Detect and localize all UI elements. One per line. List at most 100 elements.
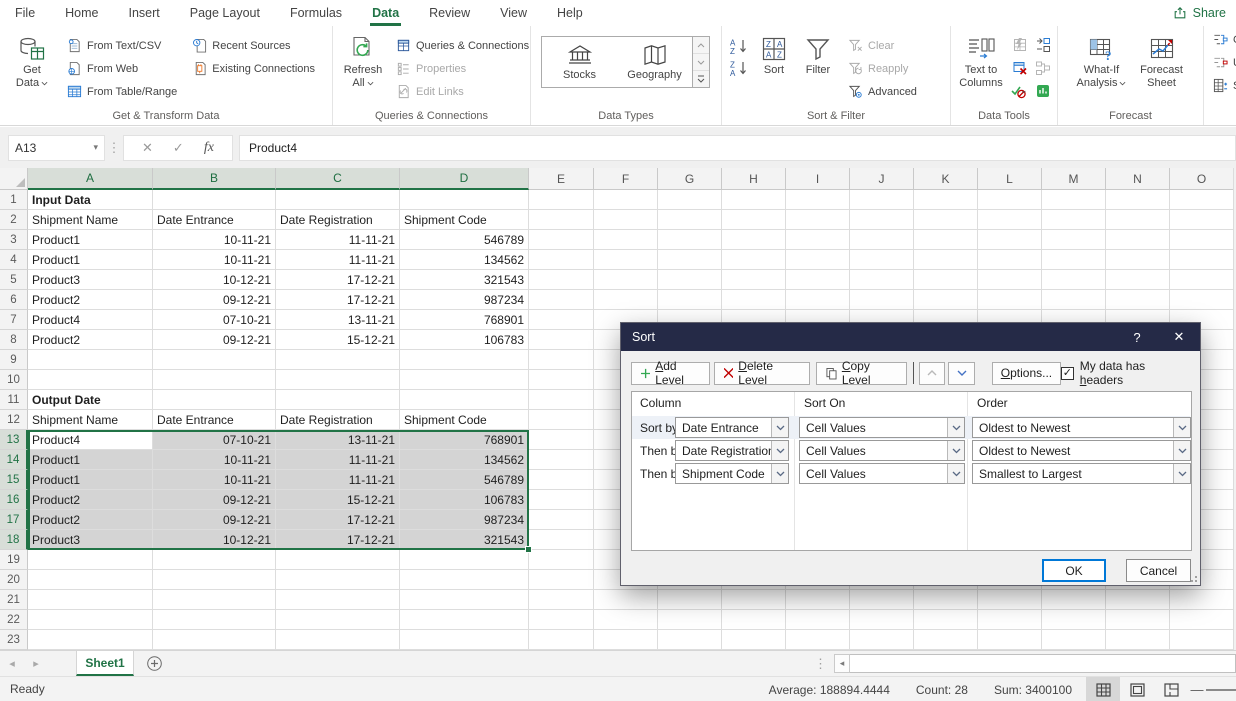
cell-H21[interactable]	[722, 590, 786, 610]
cell-G4[interactable]	[658, 250, 722, 270]
cell-G2[interactable]	[658, 210, 722, 230]
cell-E3[interactable]	[529, 230, 594, 250]
forecast-sheet-button[interactable]: Forecast Sheet	[1133, 32, 1191, 90]
cell-A1[interactable]: Input Data	[28, 190, 153, 210]
cell-D12[interactable]: Shipment Code	[400, 410, 529, 430]
cell-H1[interactable]	[722, 190, 786, 210]
cell-B4[interactable]: 10-11-21	[153, 250, 276, 270]
dialog-close-button[interactable]: ✕	[1158, 323, 1200, 351]
cell-D3[interactable]: 546789	[400, 230, 529, 250]
cell-K3[interactable]	[914, 230, 978, 250]
cell-K5[interactable]	[914, 270, 978, 290]
cell-G5[interactable]	[658, 270, 722, 290]
row-header-11[interactable]: 11	[0, 390, 28, 410]
cell-L22[interactable]	[978, 610, 1042, 630]
cell-D20[interactable]	[400, 570, 529, 590]
cell-D4[interactable]: 134562	[400, 250, 529, 270]
insert-function-button[interactable]: fx	[204, 140, 214, 156]
cell-D19[interactable]	[400, 550, 529, 570]
cell-G1[interactable]	[658, 190, 722, 210]
cell-B16[interactable]: 09-12-21	[153, 490, 276, 510]
cell-O21[interactable]	[1170, 590, 1234, 610]
sort-dialog-titlebar[interactable]: Sort ? ✕	[621, 323, 1200, 351]
cell-N23[interactable]	[1106, 630, 1170, 650]
cell-B2[interactable]: Date Entrance	[153, 210, 276, 230]
cell-J2[interactable]	[850, 210, 914, 230]
cell-J21[interactable]	[850, 590, 914, 610]
cell-K6[interactable]	[914, 290, 978, 310]
cell-C19[interactable]	[276, 550, 400, 570]
cell-N4[interactable]	[1106, 250, 1170, 270]
existing-connections-button[interactable]: Existing Connections	[187, 58, 319, 79]
cell-I23[interactable]	[786, 630, 850, 650]
cell-C14[interactable]: 11-11-21	[276, 450, 400, 470]
sort-level-3-column-combo[interactable]: Shipment Code	[675, 463, 789, 484]
cell-E13[interactable]	[529, 430, 594, 450]
cell-F23[interactable]	[594, 630, 658, 650]
cell-D1[interactable]	[400, 190, 529, 210]
cell-B6[interactable]: 09-12-21	[153, 290, 276, 310]
column-header-B[interactable]: B	[153, 168, 276, 190]
cell-C20[interactable]	[276, 570, 400, 590]
filter-button[interactable]: Filter	[795, 32, 841, 77]
row-header-8[interactable]: 8	[0, 330, 28, 350]
row-header-23[interactable]: 23	[0, 630, 28, 650]
cell-C21[interactable]	[276, 590, 400, 610]
cell-O23[interactable]	[1170, 630, 1234, 650]
cell-B8[interactable]: 09-12-21	[153, 330, 276, 350]
subtotal-button[interactable]: Su	[1208, 75, 1236, 96]
cell-B7[interactable]: 07-10-21	[153, 310, 276, 330]
cell-A21[interactable]	[28, 590, 153, 610]
cell-E18[interactable]	[529, 530, 594, 550]
cell-D10[interactable]	[400, 370, 529, 390]
cell-J1[interactable]	[850, 190, 914, 210]
delete-level-button[interactable]: Delete Level	[714, 362, 810, 385]
cell-C15[interactable]: 11-11-21	[276, 470, 400, 490]
cell-A9[interactable]	[28, 350, 153, 370]
cell-H2[interactable]	[722, 210, 786, 230]
cell-I22[interactable]	[786, 610, 850, 630]
cell-K4[interactable]	[914, 250, 978, 270]
cell-E15[interactable]	[529, 470, 594, 490]
normal-view-button[interactable]	[1086, 677, 1120, 701]
cell-D18[interactable]: 321543	[400, 530, 529, 550]
cell-E12[interactable]	[529, 410, 594, 430]
row-header-22[interactable]: 22	[0, 610, 28, 630]
cell-B9[interactable]	[153, 350, 276, 370]
cell-C13[interactable]: 13-11-21	[276, 430, 400, 450]
chevron-down-icon[interactable]	[771, 464, 788, 483]
page-break-view-button[interactable]	[1154, 677, 1188, 701]
cell-I6[interactable]	[786, 290, 850, 310]
cell-M4[interactable]	[1042, 250, 1106, 270]
what-if-analysis-button[interactable]: ? What-If Analysis	[1071, 32, 1133, 90]
cell-B17[interactable]: 09-12-21	[153, 510, 276, 530]
cell-M1[interactable]	[1042, 190, 1106, 210]
cell-I5[interactable]	[786, 270, 850, 290]
tab-file[interactable]: File	[0, 2, 50, 26]
cell-O3[interactable]	[1170, 230, 1234, 250]
column-header-F[interactable]: F	[594, 168, 658, 190]
cell-F2[interactable]	[594, 210, 658, 230]
cell-C1[interactable]	[276, 190, 400, 210]
cell-B12[interactable]: Date Entrance	[153, 410, 276, 430]
cell-M6[interactable]	[1042, 290, 1106, 310]
stocks-gallery-item[interactable]: Stocks	[542, 37, 617, 87]
cell-D16[interactable]: 106783	[400, 490, 529, 510]
cell-C11[interactable]	[276, 390, 400, 410]
scrollbar-grip-icon[interactable]: ⋮	[814, 651, 827, 677]
cell-C10[interactable]	[276, 370, 400, 390]
checkbox-checked-icon[interactable]: ✓	[1061, 367, 1074, 380]
page-layout-view-button[interactable]	[1120, 677, 1154, 701]
cell-A23[interactable]	[28, 630, 153, 650]
cell-E11[interactable]	[529, 390, 594, 410]
sort-level-2-order-combo[interactable]: Oldest to Newest	[972, 440, 1191, 461]
cell-M21[interactable]	[1042, 590, 1106, 610]
cell-M3[interactable]	[1042, 230, 1106, 250]
cell-G23[interactable]	[658, 630, 722, 650]
my-data-has-headers[interactable]: ✓ My data has headers	[1061, 359, 1190, 387]
gallery-more-button[interactable]	[693, 71, 709, 87]
sort-ascending-button[interactable]: AZ	[730, 38, 749, 54]
sort-descending-button[interactable]: ZA	[730, 60, 749, 76]
cell-A7[interactable]: Product4	[28, 310, 153, 330]
cell-H3[interactable]	[722, 230, 786, 250]
